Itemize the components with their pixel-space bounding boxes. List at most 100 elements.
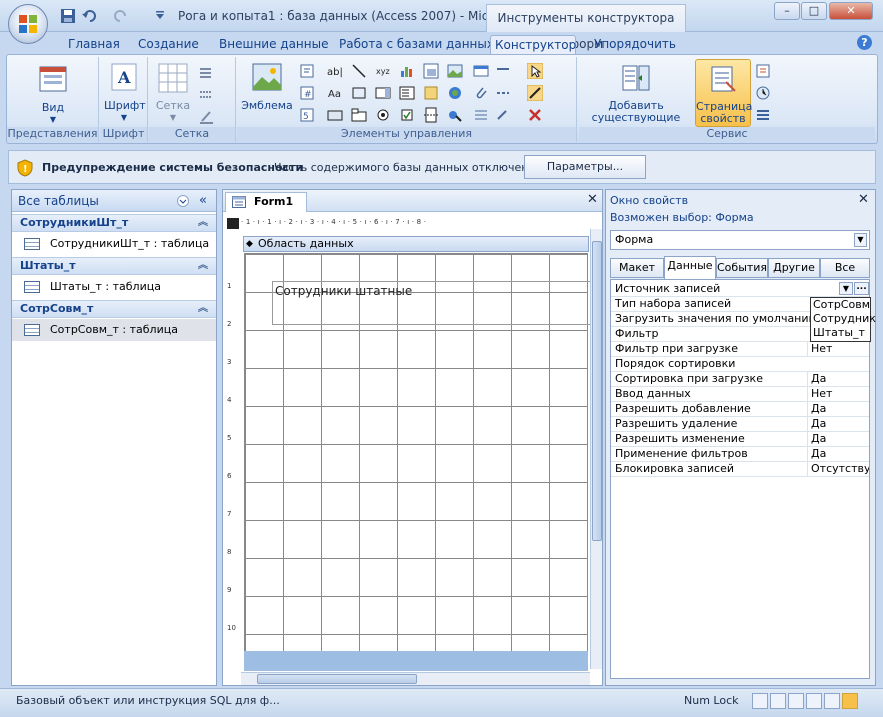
dropdown-option[interactable]: Штаты_т [813,326,870,340]
object-selector-combo[interactable]: Форма ▼ [610,230,870,250]
grid-button[interactable]: Сетка ▼ [153,63,193,124]
tab-home[interactable]: Главная [64,35,124,55]
property-row[interactable]: Разрешить удаление Да [611,417,869,432]
detail-section-header[interactable]: ◆ Область данных [243,236,589,252]
property-row[interactable]: Сортировка при загрузке Да [611,372,869,387]
property-row[interactable]: Блокировка записей Отсутствует [611,462,869,477]
web-browser-icon[interactable] [473,63,489,79]
property-sheet-button[interactable]: Страница свойств [695,59,752,127]
attachment-icon[interactable] [473,85,489,101]
employees-label[interactable]: Сотрудники штатные [275,284,412,298]
control-wizards-icon[interactable] [527,85,543,101]
line-icon[interactable] [351,63,367,79]
tab-arrange[interactable]: Упорядочить [590,35,680,55]
collapse-group-icon[interactable]: ︽ [198,258,208,274]
toggle-icon[interactable]: xyz [375,63,391,79]
tab-other[interactable]: Другие [768,258,820,278]
maximize-button[interactable]: □ [801,2,827,20]
macro-icon[interactable] [755,85,771,101]
tab-design[interactable]: Конструктор [490,35,576,56]
property-row[interactable]: Порядок сортировки [611,357,869,372]
label-icon[interactable]: Aa [327,85,343,101]
nav-group-header[interactable]: Штаты_т ︽ [12,257,216,275]
date-time-icon[interactable]: 5 [299,107,315,123]
tab-order-icon[interactable] [755,107,771,123]
image-icon[interactable] [447,63,463,79]
office-button[interactable] [8,4,48,44]
tab-data[interactable]: Данные [664,256,716,279]
font-button[interactable]: A Шрифт ▼ [104,63,146,124]
tab-events[interactable]: События [716,258,768,278]
line-dash-icon[interactable] [495,85,511,101]
hyperlink-icon[interactable] [447,107,463,123]
delete-control-icon[interactable] [527,107,543,123]
minimize-button[interactable]: – [774,2,800,20]
page-number-icon[interactable]: # [299,85,315,101]
nav-item-table[interactable]: Штаты_т : таблица [12,276,216,298]
redo-icon[interactable] [112,8,128,24]
property-value[interactable]: Да [807,417,869,431]
horizontal-scroll-thumb[interactable] [257,674,417,684]
property-value[interactable]: Да [807,402,869,416]
rectangle-icon[interactable] [351,85,367,101]
logo-button[interactable]: Эмблема [241,63,293,112]
tab-all[interactable]: Все [820,258,870,278]
page-break-icon[interactable] [423,107,439,123]
add-existing-fields-button[interactable]: Добавить существующие поля [581,63,691,136]
line-width-icon[interactable] [473,107,489,123]
nav-item-table[interactable]: СотрудникиШт_т : таблица [12,233,216,255]
pivot-chart-view-icon[interactable] [806,693,822,709]
dropdown-option[interactable]: СотрСовм [813,298,870,312]
chevron-down-icon[interactable]: ▼ [854,233,867,247]
form-document-tab[interactable]: Form1 [225,192,307,212]
security-options-button[interactable]: Параметры... [524,155,646,179]
chevron-down-icon[interactable]: ▼ [839,282,853,295]
unbound-object-icon[interactable] [423,85,439,101]
nav-group-header[interactable]: СотрудникиШт_т ︽ [12,214,216,232]
layout-view-icon[interactable] [824,693,840,709]
pivot-table-view-icon[interactable] [788,693,804,709]
tab-layout[interactable]: Макет [610,258,664,278]
tab-control-icon[interactable] [351,107,367,123]
nav-item-table[interactable]: СотрСовм_т : таблица [12,319,216,341]
tab-database-tools[interactable]: Работа с базами данных [335,35,498,55]
bound-object-icon[interactable] [447,85,463,101]
collapse-pane-icon[interactable]: « [199,190,207,212]
collapse-group-icon[interactable]: ︽ [198,301,208,317]
property-value[interactable]: Нет [807,387,869,401]
property-row[interactable]: Источник записей [611,282,869,297]
form-selector[interactable] [227,218,239,229]
property-value[interactable]: Да [807,447,869,461]
property-row[interactable]: Применение фильтров Да [611,447,869,462]
collapse-group-icon[interactable]: ︽ [198,215,208,231]
select-pointer-icon[interactable] [527,63,543,79]
property-value[interactable]: Нет [807,342,869,356]
form-view-icon[interactable] [752,693,768,709]
close-document-icon[interactable]: ✕ [587,192,598,207]
line-thickness-icon[interactable] [199,65,215,81]
insert-chart-icon[interactable] [399,63,415,79]
customize-qat-icon[interactable] [152,8,168,24]
save-icon[interactable] [60,8,76,24]
nav-pane-header[interactable]: Все таблицы « [12,190,216,212]
line-color-icon[interactable] [199,109,215,125]
view-code-icon[interactable] [755,63,771,79]
builder-button[interactable]: ... [854,282,869,295]
datasheet-view-icon[interactable] [770,693,786,709]
design-view-icon[interactable] [842,693,858,709]
vertical-scrollbar[interactable] [590,229,602,669]
undo-icon[interactable] [82,8,98,24]
line-pen-icon[interactable] [495,107,511,123]
title-icon[interactable] [299,63,315,79]
property-row[interactable]: Разрешить добавление Да [611,402,869,417]
nav-group-header[interactable]: СотрСовм_т ︽ [12,300,216,318]
resize-grip-icon[interactable] [862,693,878,709]
horizontal-scrollbar[interactable] [241,672,590,685]
close-property-sheet-icon[interactable]: ✕ [858,192,869,207]
checkbox-icon[interactable] [399,107,415,123]
property-value[interactable]: Да [807,372,869,386]
tab-external-data[interactable]: Внешние данные [215,35,332,55]
textbox-icon[interactable]: ab| [327,63,343,79]
dropdown-option[interactable]: Сотрудник [813,312,876,326]
line-type-icon[interactable] [199,87,215,103]
